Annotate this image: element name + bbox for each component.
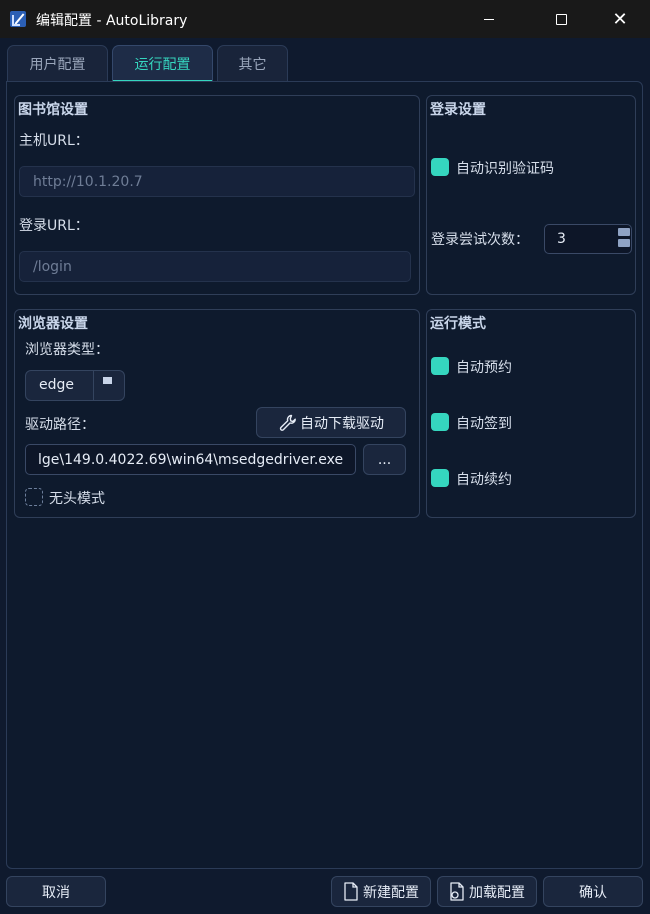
- confirm-button[interactable]: 确认: [543, 876, 643, 907]
- minimize-button[interactable]: [466, 0, 512, 38]
- login-attempts-label: 登录尝试次数：: [431, 232, 529, 248]
- login-settings-title: 登录设置: [430, 102, 486, 118]
- close-button[interactable]: ✕: [597, 0, 643, 38]
- tab-user-config[interactable]: 用户配置: [7, 45, 108, 82]
- cancel-button[interactable]: 取消: [6, 876, 106, 907]
- login-url-input[interactable]: /login: [19, 251, 411, 282]
- browser-type-value: edge: [39, 377, 74, 393]
- wrench-icon: [279, 414, 296, 431]
- login-attempts-value: 3: [557, 231, 566, 247]
- app-logo-icon: [10, 11, 26, 27]
- auto-reserve-label: 自动预约: [456, 360, 512, 376]
- auto-checkin-label: 自动签到: [456, 416, 512, 432]
- host-url-input[interactable]: http://10.1.20.7: [19, 166, 415, 197]
- maximize-icon: [555, 13, 567, 25]
- dropdown-icon: [103, 377, 112, 384]
- login-settings-group: 登录设置: [426, 95, 636, 295]
- library-settings-title: 图书馆设置: [18, 102, 88, 118]
- load-document-icon: [450, 882, 464, 901]
- browser-settings-title: 浏览器设置: [18, 316, 88, 332]
- auto-captcha-checkbox[interactable]: [431, 158, 449, 176]
- tab-other[interactable]: 其它: [217, 45, 288, 82]
- login-url-label: 登录URL：: [19, 218, 89, 234]
- auto-download-label: 自动下载驱动: [300, 415, 384, 432]
- load-config-label: 加载配置: [469, 884, 525, 901]
- driver-path-label: 驱动路径：: [25, 417, 95, 433]
- auto-captcha-label: 自动识别验证码: [456, 161, 554, 177]
- combo-separator: [93, 371, 94, 400]
- spinbox-arrows[interactable]: [618, 228, 632, 250]
- browser-type-label: 浏览器类型：: [25, 342, 109, 358]
- auto-reserve-checkbox[interactable]: [431, 357, 449, 375]
- auto-renew-checkbox[interactable]: [431, 469, 449, 487]
- browser-type-select[interactable]: edge: [25, 370, 125, 401]
- run-mode-title: 运行模式: [430, 316, 486, 332]
- close-icon: ✕: [612, 8, 628, 30]
- auto-download-driver-button[interactable]: 自动下载驱动: [256, 407, 406, 438]
- minimize-icon: [484, 18, 494, 20]
- host-url-label: 主机URL：: [19, 133, 89, 149]
- headless-checkbox[interactable]: [25, 488, 43, 506]
- maximize-button[interactable]: [538, 0, 584, 38]
- spin-down-icon[interactable]: [618, 239, 630, 247]
- new-config-button[interactable]: 新建配置: [331, 876, 431, 907]
- new-document-icon: [344, 882, 358, 901]
- driver-path-input[interactable]: lge\149.0.4022.69\win64\msedgedriver.exe: [25, 444, 356, 475]
- auto-renew-label: 自动续约: [456, 472, 512, 488]
- spin-up-icon[interactable]: [618, 228, 630, 236]
- auto-checkin-checkbox[interactable]: [431, 413, 449, 431]
- headless-label: 无头模式: [49, 491, 105, 507]
- new-config-label: 新建配置: [363, 884, 419, 901]
- tab-run-config[interactable]: 运行配置: [112, 45, 213, 82]
- window-title: 编辑配置 - AutoLibrary: [36, 13, 188, 29]
- title-bar: 编辑配置 - AutoLibrary ✕: [0, 0, 650, 38]
- browse-driver-button[interactable]: ...: [363, 444, 406, 475]
- load-config-button[interactable]: 加载配置: [437, 876, 537, 907]
